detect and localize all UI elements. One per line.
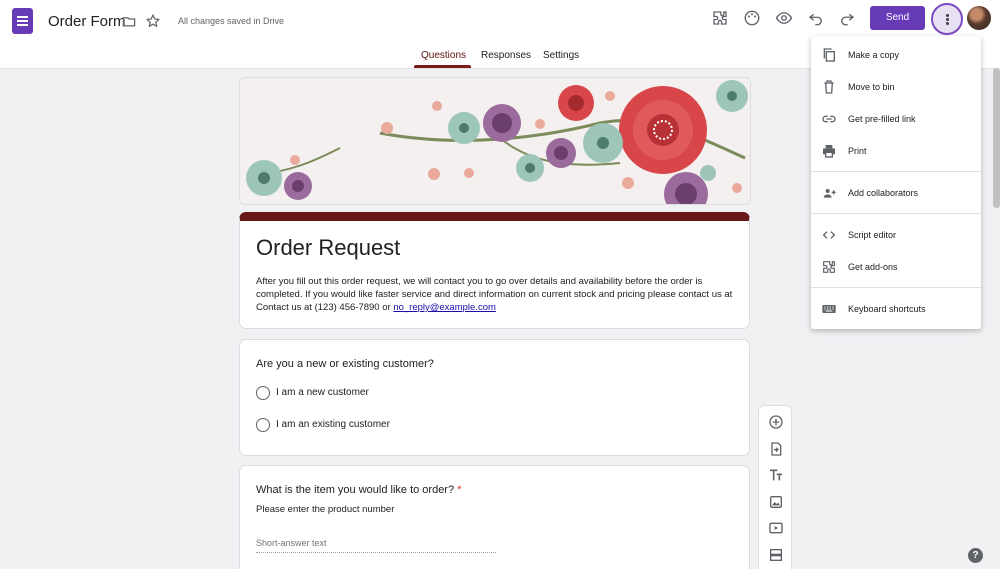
menu-item-label: Add collaborators — [848, 188, 919, 198]
forms-logo-icon[interactable] — [12, 8, 33, 34]
menu-divider — [811, 171, 981, 172]
document-title[interactable]: Order Form — [48, 13, 126, 30]
redo-icon[interactable] — [838, 9, 856, 27]
question-card[interactable]: What is the item you would like to order… — [239, 465, 750, 569]
trash-icon — [824, 80, 834, 94]
print-icon — [823, 145, 835, 158]
copy-icon — [823, 48, 835, 62]
code-icon — [822, 231, 836, 239]
active-tab-indicator — [414, 65, 471, 68]
tab-responses[interactable]: Responses — [481, 50, 531, 61]
option-label: I am a new customer — [276, 387, 369, 398]
tab-settings[interactable]: Settings — [543, 50, 579, 61]
avatar[interactable] — [967, 6, 991, 30]
save-status: All changes saved in Drive — [178, 16, 285, 26]
tab-questions[interactable]: Questions — [421, 50, 466, 61]
add-section-icon[interactable] — [768, 547, 784, 563]
menu-item-label: Keyboard shortcuts — [848, 304, 926, 314]
menu-item-script-editor[interactable]: Script editor — [811, 219, 981, 251]
add-question-icon[interactable] — [768, 414, 784, 430]
question-title[interactable]: What is the item you would like to order… — [256, 484, 461, 496]
menu-item-add-collaborators[interactable]: Add collaborators — [811, 177, 981, 209]
add-video-icon[interactable] — [768, 520, 784, 536]
menu-item-keyboard-shortcuts[interactable]: Keyboard shortcuts — [811, 293, 981, 325]
menu-item-label: Script editor — [848, 230, 897, 240]
menu-item-label: Get add-ons — [848, 262, 898, 272]
menu-item-label: Print — [848, 146, 867, 156]
radio-button[interactable] — [256, 386, 270, 400]
form-title-card[interactable]: Order Request After you fill out this or… — [239, 212, 750, 329]
floral-banner-illustration — [246, 80, 748, 204]
folder-icon[interactable] — [121, 14, 137, 29]
more-options-menu: Make a copy Move to bin Get pre-filled l… — [811, 36, 981, 329]
add-people-icon — [823, 189, 836, 198]
menu-item-prefilled-link[interactable]: Get pre-filled link — [811, 103, 981, 135]
addons-icon[interactable] — [711, 9, 729, 27]
send-button[interactable]: Send — [870, 6, 925, 30]
link-icon — [822, 115, 836, 123]
puzzle-icon — [823, 261, 835, 273]
menu-divider — [811, 213, 981, 214]
short-answer-field[interactable]: Short-answer text — [256, 538, 496, 553]
palette-icon[interactable] — [743, 9, 761, 27]
undo-icon[interactable] — [807, 9, 825, 27]
form-title[interactable]: Order Request — [256, 235, 400, 261]
menu-item-label: Move to bin — [848, 82, 895, 92]
menu-item-label: Make a copy — [848, 50, 900, 60]
header-image — [239, 77, 751, 205]
menu-item-print[interactable]: Print — [811, 135, 981, 167]
menu-item-get-addons[interactable]: Get add-ons — [811, 251, 981, 283]
help-icon[interactable]: ? — [968, 548, 983, 563]
question-title-text: What is the item you would like to order… — [256, 484, 455, 496]
preview-eye-icon[interactable] — [775, 9, 793, 27]
menu-divider — [811, 287, 981, 288]
keyboard-icon — [822, 305, 836, 313]
question-description: Please enter the product number — [256, 504, 395, 515]
question-card[interactable]: Are you a new or existing customer? I am… — [239, 339, 750, 456]
email-link[interactable]: no_reply@example.com — [393, 302, 496, 313]
import-questions-icon[interactable] — [768, 441, 784, 457]
more-vert-icon — [946, 14, 949, 17]
question-title[interactable]: Are you a new or existing customer? — [256, 358, 434, 370]
add-title-icon[interactable] — [768, 467, 784, 483]
menu-item-label: Get pre-filled link — [848, 114, 916, 124]
menu-item-move-to-bin[interactable]: Move to bin — [811, 71, 981, 103]
menu-item-make-copy[interactable]: Make a copy — [811, 39, 981, 71]
form-description[interactable]: After you fill out this order request, w… — [256, 275, 736, 314]
radio-button[interactable] — [256, 418, 270, 432]
star-icon[interactable] — [145, 13, 161, 29]
add-image-icon[interactable] — [768, 494, 784, 510]
more-options-button[interactable] — [931, 3, 963, 35]
question-toolbar — [758, 405, 792, 569]
scrollbar[interactable] — [993, 68, 1000, 208]
required-mark: * — [457, 484, 462, 496]
option-label: I am an existing customer — [276, 419, 390, 430]
